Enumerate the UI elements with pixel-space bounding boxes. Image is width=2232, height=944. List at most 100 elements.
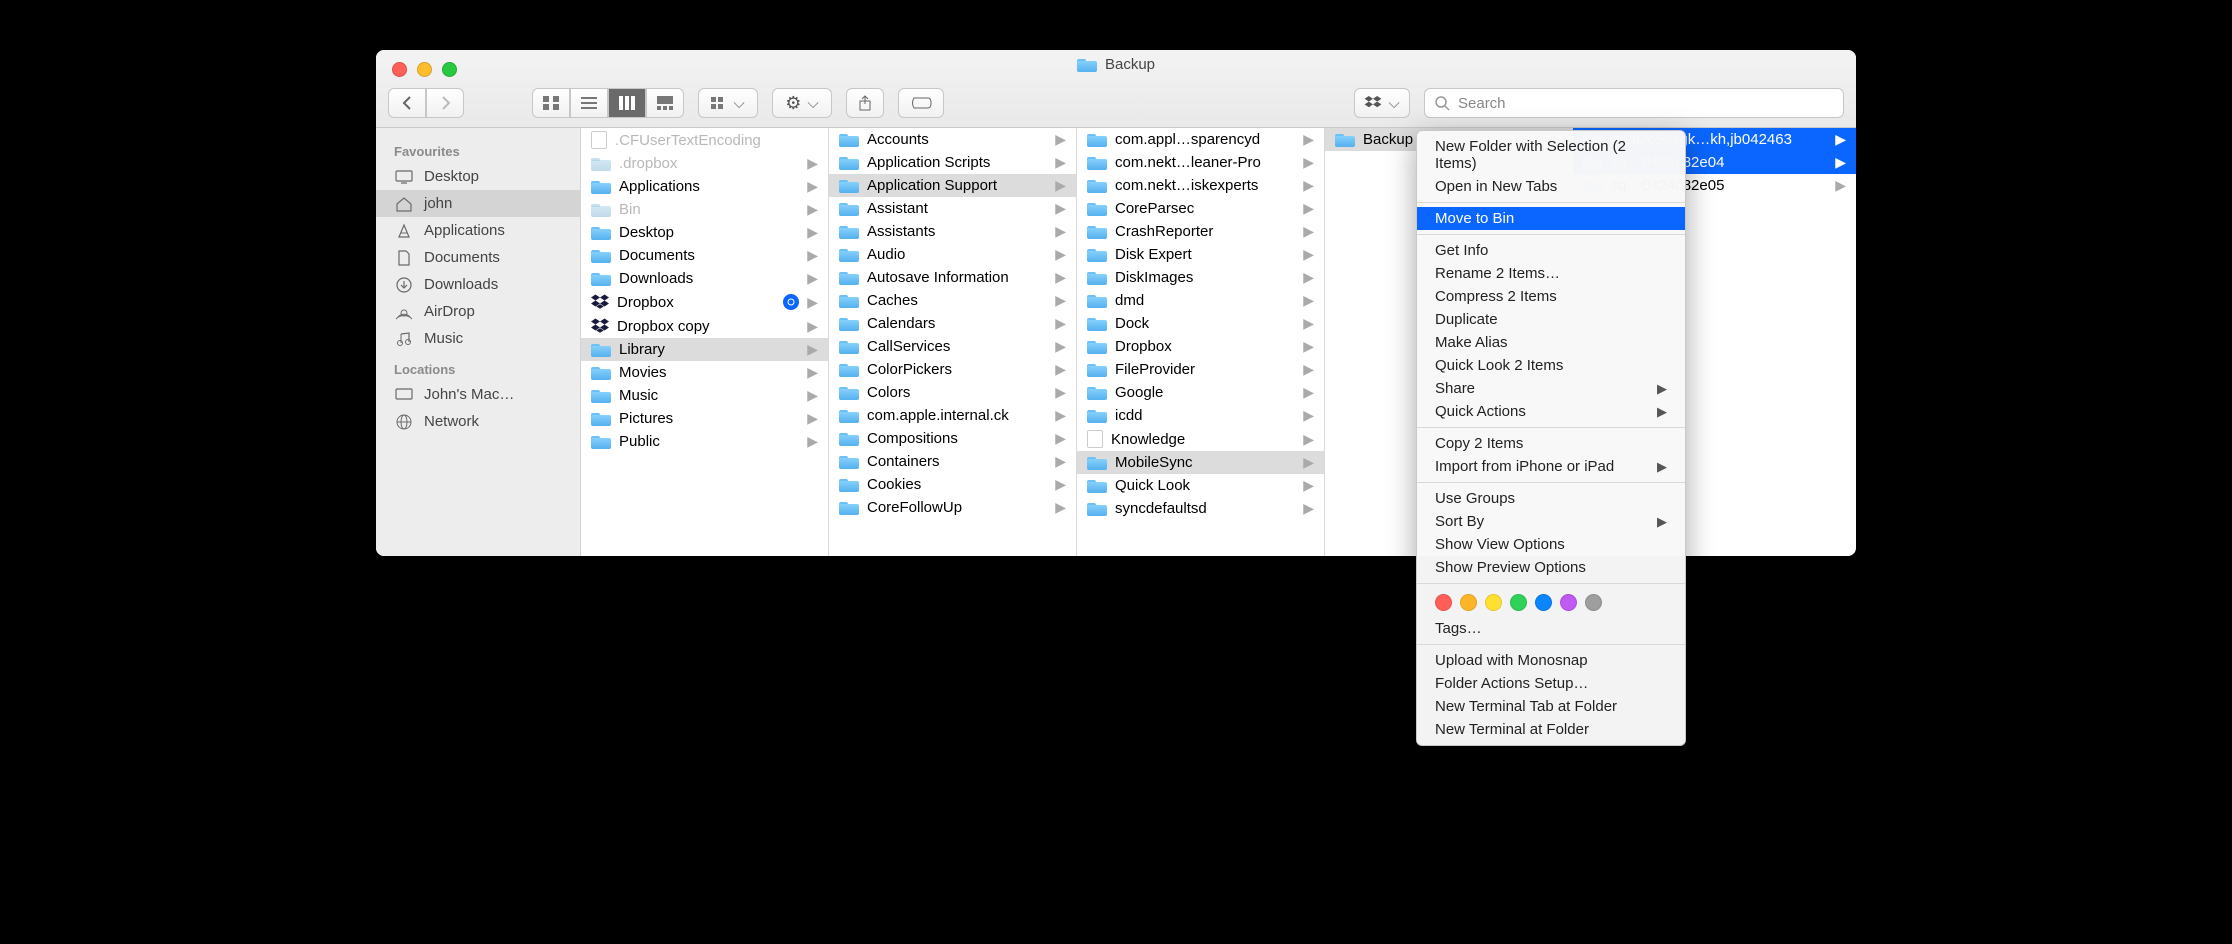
sidebar-item-downloads[interactable]: Downloads [376,271,580,298]
sidebar-item-label: Desktop [424,168,479,185]
file-item[interactable]: Pictures▶ [581,407,828,430]
menu-item-copy-2-items[interactable]: Copy 2 Items [1417,432,1685,455]
file-item[interactable]: Cookies▶ [829,473,1076,496]
forward-button[interactable] [426,88,464,118]
icon-view-button[interactable] [532,88,570,118]
file-item[interactable]: com.appl…sparencyd▶ [1077,128,1324,151]
file-item[interactable]: Caches▶ [829,289,1076,312]
menu-item-sort-by[interactable]: Sort By▶ [1417,510,1685,533]
tag-color[interactable] [1460,594,1477,611]
file-item[interactable]: Containers▶ [829,450,1076,473]
file-item[interactable]: Applications▶ [581,175,828,198]
file-item[interactable]: com.nekt…iskexperts▶ [1077,174,1324,197]
menu-item-tags[interactable]: Tags… [1417,617,1685,640]
file-item[interactable]: Desktop▶ [581,221,828,244]
gallery-view-button[interactable] [646,88,684,118]
file-item[interactable]: .dropbox▶ [581,152,828,175]
tag-color[interactable] [1510,594,1527,611]
file-item[interactable]: Google▶ [1077,381,1324,404]
file-item[interactable]: Assistant▶ [829,197,1076,220]
file-item[interactable]: CoreParsec▶ [1077,197,1324,220]
list-view-button[interactable] [570,88,608,118]
arrange-button[interactable]: ⌵ [698,88,758,118]
file-item[interactable]: Dropbox▶ [581,290,828,314]
menu-item-new-folder-with-selection-2-items[interactable]: New Folder with Selection (2 Items) [1417,135,1685,175]
file-item[interactable]: Dropbox copy▶ [581,314,828,338]
file-item[interactable]: FileProvider▶ [1077,358,1324,381]
file-item[interactable]: CrashReporter▶ [1077,220,1324,243]
file-item[interactable]: .CFUserTextEncoding [581,128,828,152]
sidebar-item-airdrop[interactable]: AirDrop [376,298,580,325]
menu-item-import-from-iphone-or-ipad[interactable]: Import from iPhone or iPad▶ [1417,455,1685,478]
menu-item-open-in-new-tabs[interactable]: Open in New Tabs [1417,175,1685,198]
file-item[interactable]: Downloads▶ [581,267,828,290]
menu-item-folder-actions-setup[interactable]: Folder Actions Setup… [1417,672,1685,695]
file-item[interactable]: Colors▶ [829,381,1076,404]
file-item[interactable]: Application Scripts▶ [829,151,1076,174]
file-item[interactable]: Public▶ [581,430,828,453]
file-item[interactable]: Accounts▶ [829,128,1076,151]
tag-color[interactable] [1485,594,1502,611]
chevron-right-icon: ▶ [807,155,818,172]
share-button[interactable] [846,88,884,118]
file-item[interactable]: Calendars▶ [829,312,1076,335]
file-item[interactable]: Quick Look▶ [1077,474,1324,497]
file-item[interactable]: syncdefaultsd▶ [1077,497,1324,520]
file-item[interactable]: CoreFollowUp▶ [829,496,1076,519]
menu-item-upload-with-monosnap[interactable]: Upload with Monosnap [1417,649,1685,672]
menu-item-show-preview-options[interactable]: Show Preview Options [1417,556,1685,579]
menu-item-quick-actions[interactable]: Quick Actions▶ [1417,400,1685,423]
sidebar-item-music[interactable]: Music [376,325,580,352]
sidebar-item-documents[interactable]: Documents [376,244,580,271]
column-view-button[interactable] [608,88,646,118]
file-item[interactable]: dmd▶ [1077,289,1324,312]
file-item[interactable]: com.nekt…leaner-Pro▶ [1077,151,1324,174]
sidebar-item-john[interactable]: john [376,190,580,217]
sidebar-item-applications[interactable]: Applications [376,217,580,244]
menu-item-new-terminal-at-folder[interactable]: New Terminal at Folder [1417,718,1685,741]
file-item[interactable]: ColorPickers▶ [829,358,1076,381]
file-item[interactable]: icdd▶ [1077,404,1324,427]
file-item[interactable]: Library▶ [581,338,828,361]
file-item[interactable]: Application Support▶ [829,174,1076,197]
file-item[interactable]: Knowledge▶ [1077,427,1324,451]
menu-item-use-groups[interactable]: Use Groups [1417,487,1685,510]
file-item[interactable]: Disk Expert▶ [1077,243,1324,266]
menu-item-move-to-bin[interactable]: Move to Bin [1417,207,1685,230]
menu-item-duplicate[interactable]: Duplicate [1417,308,1685,331]
menu-item-make-alias[interactable]: Make Alias [1417,331,1685,354]
dropbox-toolbar-button[interactable]: ⌵ [1354,88,1410,118]
file-item[interactable]: Movies▶ [581,361,828,384]
file-item[interactable]: Dropbox▶ [1077,335,1324,358]
file-item[interactable]: MobileSync▶ [1077,451,1324,474]
tag-color[interactable] [1585,594,1602,611]
tag-color[interactable] [1560,594,1577,611]
file-item[interactable]: Documents▶ [581,244,828,267]
file-item[interactable]: Dock▶ [1077,312,1324,335]
sidebar-item-network[interactable]: Network [376,408,580,435]
sidebar-item-desktop[interactable]: Desktop [376,163,580,190]
menu-item-share[interactable]: Share▶ [1417,377,1685,400]
menu-item-quick-look-2-items[interactable]: Quick Look 2 Items [1417,354,1685,377]
file-item[interactable]: Assistants▶ [829,220,1076,243]
menu-item-get-info[interactable]: Get Info [1417,239,1685,262]
menu-item-new-terminal-tab-at-folder[interactable]: New Terminal Tab at Folder [1417,695,1685,718]
file-item[interactable]: com.apple.internal.ck▶ [829,404,1076,427]
tag-color[interactable] [1435,594,1452,611]
file-item[interactable]: Autosave Information▶ [829,266,1076,289]
file-item[interactable]: Audio▶ [829,243,1076,266]
menu-item-rename-2-items[interactable]: Rename 2 Items… [1417,262,1685,285]
menu-item-show-view-options[interactable]: Show View Options [1417,533,1685,556]
search-field[interactable]: Search [1424,88,1844,118]
file-item[interactable]: DiskImages▶ [1077,266,1324,289]
file-item[interactable]: Compositions▶ [829,427,1076,450]
action-button[interactable]: ⚙⌵ [772,88,832,118]
file-item[interactable]: CallServices▶ [829,335,1076,358]
sidebar-item-john-s-mac-[interactable]: John's Mac… [376,381,580,408]
tags-button[interactable] [898,88,944,118]
tag-color[interactable] [1535,594,1552,611]
file-item[interactable]: Bin▶ [581,198,828,221]
back-button[interactable] [388,88,426,118]
menu-item-compress-2-items[interactable]: Compress 2 Items [1417,285,1685,308]
file-item[interactable]: Music▶ [581,384,828,407]
